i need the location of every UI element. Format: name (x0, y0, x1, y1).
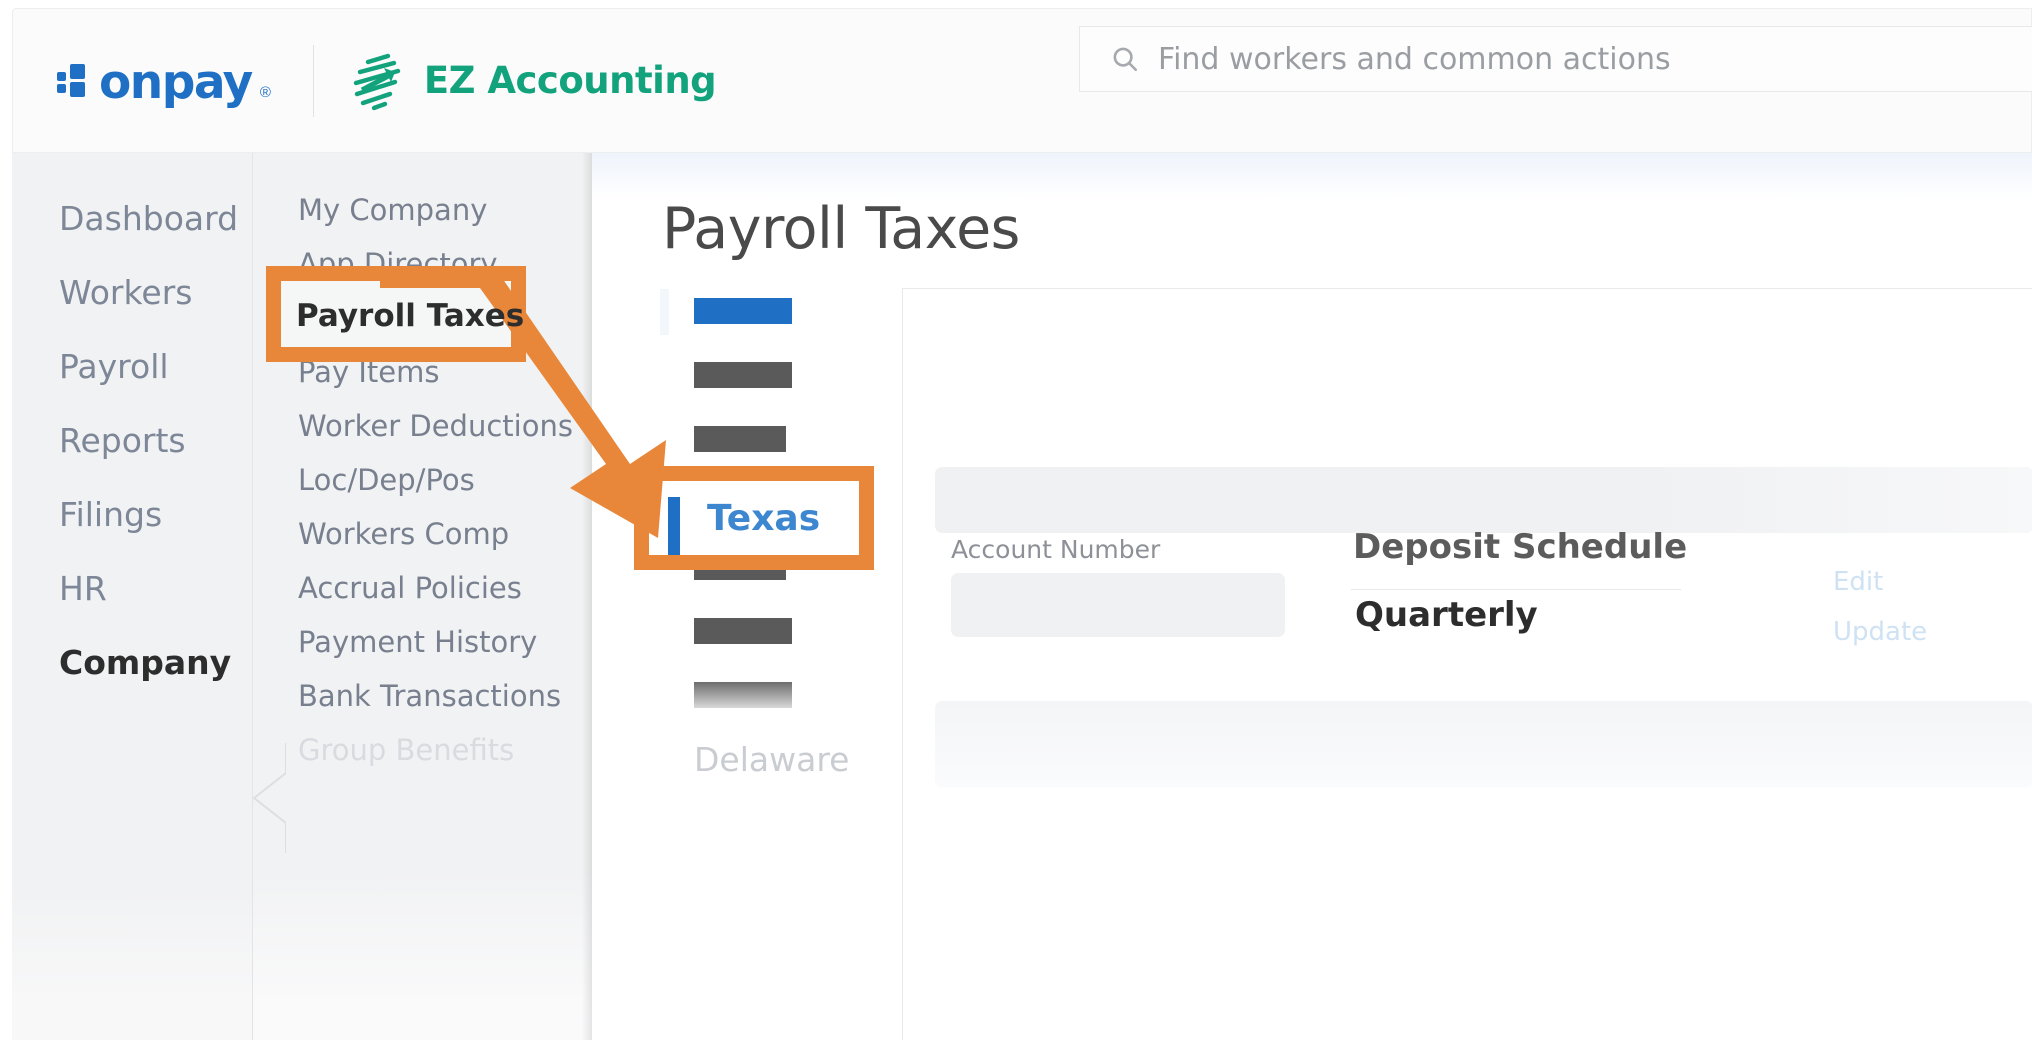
sidebar-item-payroll[interactable]: Payroll (12, 329, 252, 403)
deposit-schedule-value: Quarterly (1355, 595, 1538, 635)
redacted-state-name (694, 426, 786, 452)
search-input-placeholder[interactable]: Find workers and common actions (1158, 42, 1671, 77)
sidebar-item-label: HR (59, 569, 107, 608)
sidebar-item-label: Dashboard (59, 199, 238, 238)
ez-swoosh-icon (348, 50, 410, 112)
registered-mark: ® (260, 84, 271, 101)
subnav-item-bank-transactions[interactable]: Bank Transactions (253, 669, 592, 723)
onpay-logo[interactable]: onpay ® (57, 57, 269, 104)
redacted-state-name (694, 362, 792, 388)
nav-callout-label: Payroll Taxes (296, 296, 526, 336)
onpay-squares-icon (57, 64, 93, 98)
page-title: Payroll Taxes (662, 196, 1020, 262)
sidebar-chevron-icon (252, 743, 286, 853)
subnav-item-my-company[interactable]: My Company (253, 183, 592, 237)
brand-divider (313, 45, 314, 117)
onpay-wordmark: onpay (99, 59, 252, 106)
primary-sidebar: Dashboard Workers Payroll Reports Filing… (12, 153, 252, 1040)
sidebar-item-workers[interactable]: Workers (12, 255, 252, 329)
subnav-item-loc-dep-pos[interactable]: Loc/Dep/Pos (253, 453, 592, 507)
deposit-schedule-label: Deposit Schedule (1353, 527, 1687, 567)
redacted-state-name (694, 618, 792, 644)
state-list-item[interactable] (660, 663, 908, 727)
global-search[interactable]: Find workers and common actions (1079, 26, 2032, 92)
redacted-state-name (694, 682, 792, 708)
sidebar-item-label: Workers (59, 273, 192, 312)
brand-area: onpay ® EZ Accounting (13, 9, 716, 152)
main-content: Payroll Taxes Texas (592, 153, 2032, 1040)
state-list-item[interactable] (660, 599, 908, 663)
company-name: EZ Accounting (424, 59, 716, 102)
subnav-item-label: My Company (298, 193, 487, 227)
state-name-delaware: Delaware (694, 740, 849, 779)
state-list-item-delaware[interactable]: Delaware (660, 727, 908, 791)
subnav-item-label: Accrual Policies (298, 571, 522, 605)
subnav-item-accrual-policies[interactable]: Accrual Policies (253, 561, 592, 615)
sidebar-item-hr[interactable]: HR (12, 551, 252, 625)
edit-button[interactable]: Edit (1833, 567, 1883, 597)
subnav-item-workers-comp[interactable]: Workers Comp (253, 507, 592, 561)
subnav-item-worker-deductions[interactable]: Worker Deductions (253, 399, 592, 453)
company-logo: EZ Accounting (348, 50, 716, 112)
state-accent-bar (660, 289, 669, 335)
subnav-item-label: Payment History (298, 625, 537, 659)
sidebar-item-filings[interactable]: Filings (12, 477, 252, 551)
sidebar-item-dashboard[interactable]: Dashboard (12, 181, 252, 255)
sidebar-item-company[interactable]: Company (12, 625, 252, 699)
account-number-label: Account Number (951, 535, 1160, 564)
state-detail-card: Account Number Deposit Schedule Quarterl… (902, 288, 2032, 1040)
sidebar-item-label: Payroll (59, 347, 169, 386)
sidebar-item-label: Reports (59, 421, 186, 460)
detail-header-placeholder (935, 467, 2032, 533)
state-list-item[interactable] (660, 343, 908, 407)
state-callout-label: Texas (707, 500, 820, 538)
sidebar-item-label: Company (59, 643, 231, 682)
detail-lower-placeholder (935, 701, 2032, 787)
app-root: onpay ® EZ Accounting (0, 0, 2032, 1040)
subnav-item-label: Group Benefits (298, 733, 514, 767)
state-list-item[interactable] (660, 407, 908, 471)
subnav-item-label: Workers Comp (298, 517, 509, 551)
subnav-item-label: Bank Transactions (298, 679, 561, 713)
state-callout-accent-bar (668, 497, 680, 555)
subnav-item-label: Loc/Dep/Pos (298, 463, 475, 497)
sidebar-item-reports[interactable]: Reports (12, 403, 252, 477)
sidebar-item-label: Filings (59, 495, 162, 534)
account-number-input[interactable] (951, 573, 1285, 637)
update-button[interactable]: Update (1833, 617, 1927, 647)
subnav-fade-overlay (253, 870, 593, 1040)
subnav-item-label: Worker Deductions (298, 409, 573, 443)
redacted-state-name (694, 298, 792, 324)
state-list-item[interactable] (660, 279, 908, 343)
search-icon (1110, 44, 1140, 74)
subnav-item-group-benefits[interactable]: Group Benefits (253, 723, 592, 777)
content-top-glow (592, 153, 2032, 199)
subnav-item-payment-history[interactable]: Payment History (253, 615, 592, 669)
deposit-divider (1351, 589, 1681, 590)
sidebar-fade-overlay (12, 890, 252, 1040)
